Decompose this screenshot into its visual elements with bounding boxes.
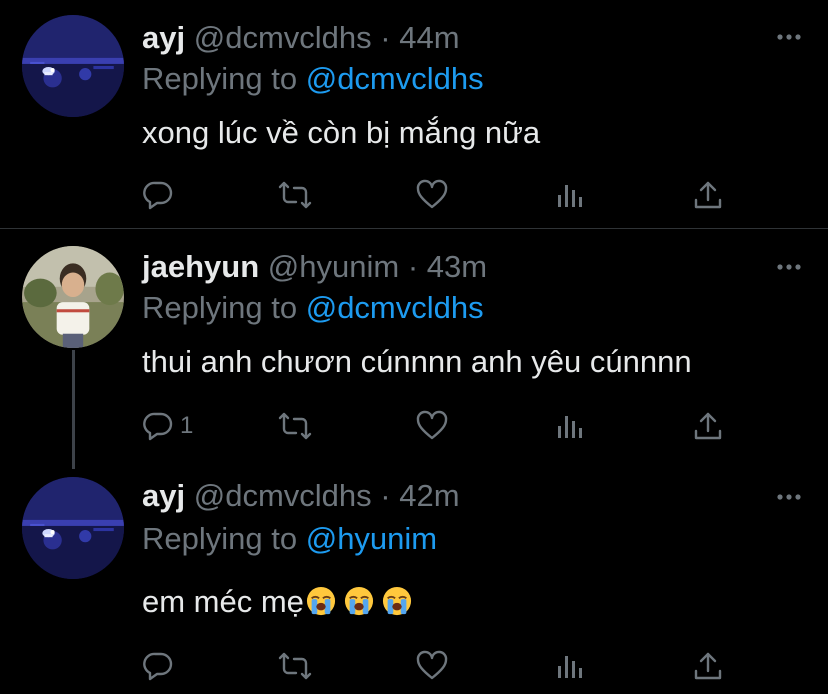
- like-icon: [416, 179, 448, 211]
- more-icon[interactable]: [776, 29, 802, 45]
- user-handle[interactable]: @dcmvcldhs: [194, 478, 372, 513]
- replying-to-handle[interactable]: @hyunim: [306, 521, 437, 556]
- tweet-text-content: em méc mẹ: [142, 584, 304, 619]
- avatar[interactable]: [22, 477, 124, 579]
- share-icon: [693, 179, 723, 211]
- display-name[interactable]: ayj: [142, 20, 185, 55]
- retweet-button[interactable]: [278, 649, 312, 683]
- analytics-button[interactable]: [556, 178, 586, 212]
- loudly-crying-face-emoji: [306, 586, 336, 616]
- user-handle[interactable]: @hyunim: [268, 249, 399, 284]
- tweet-text: xong lúc về còn bị mắng nữa: [142, 115, 541, 150]
- reply-icon: [142, 650, 174, 682]
- retweet-button[interactable]: [278, 409, 312, 443]
- like-icon: [416, 410, 448, 442]
- like-button[interactable]: [416, 409, 448, 443]
- reply-button[interactable]: 1: [142, 409, 193, 443]
- analytics-icon: [556, 179, 586, 211]
- replying-to: Replying to @dcmvcldhs: [142, 59, 484, 99]
- share-icon: [693, 410, 723, 442]
- tweet-actions: 1: [142, 409, 722, 443]
- like-button[interactable]: [416, 178, 448, 212]
- timestamp[interactable]: 42m: [399, 478, 459, 513]
- replying-to-label: Replying to: [142, 521, 298, 556]
- analytics-icon: [556, 650, 586, 682]
- timestamp[interactable]: 43m: [427, 249, 487, 284]
- share-button[interactable]: [693, 178, 723, 212]
- tweet-header: ayj @dcmvcldhs · 44m: [142, 18, 460, 58]
- retweet-button[interactable]: [278, 178, 312, 212]
- replying-to-label: Replying to: [142, 290, 298, 325]
- reply-count: 1: [180, 412, 194, 439]
- analytics-button[interactable]: [556, 409, 586, 443]
- share-icon: [693, 650, 723, 682]
- reply-icon: [142, 410, 174, 442]
- tweet[interactable]: ayj @dcmvcldhs · 42m Replying to @hyunim…: [0, 440, 828, 694]
- reply-button[interactable]: [142, 178, 180, 212]
- share-button[interactable]: [693, 649, 723, 683]
- replying-to: Replying to @hyunim: [142, 519, 437, 559]
- display-name[interactable]: jaehyun: [142, 249, 259, 284]
- analytics-button[interactable]: [556, 649, 586, 683]
- separator-dot: ·: [380, 20, 391, 55]
- share-button[interactable]: [693, 409, 723, 443]
- tweet[interactable]: jaehyun @hyunim · 43m Replying to @dcmvc…: [0, 229, 828, 469]
- tweet-text: thui anh chươn cúnnnn anh yêu cúnnnn: [142, 344, 692, 379]
- like-icon: [416, 650, 448, 682]
- user-handle[interactable]: @dcmvcldhs: [194, 20, 372, 55]
- display-name[interactable]: ayj: [142, 478, 185, 513]
- tweet-header: ayj @dcmvcldhs · 42m: [142, 476, 460, 516]
- tweet-header: jaehyun @hyunim · 43m: [142, 247, 487, 287]
- loudly-crying-face-emoji: [382, 586, 412, 616]
- reply-icon: [142, 179, 174, 211]
- tweet[interactable]: ayj @dcmvcldhs · 44m Replying to @dcmvcl…: [0, 0, 828, 228]
- replying-to-handle[interactable]: @dcmvcldhs: [306, 290, 484, 325]
- replying-to-label: Replying to: [142, 61, 298, 96]
- separator-dot: ·: [407, 249, 419, 284]
- tweet-text: em méc mẹ: [142, 580, 412, 624]
- like-button[interactable]: [416, 649, 448, 683]
- replying-to: Replying to @dcmvcldhs: [142, 288, 484, 328]
- avatar[interactable]: [22, 246, 124, 348]
- timestamp[interactable]: 44m: [399, 20, 459, 55]
- more-icon[interactable]: [776, 259, 802, 275]
- retweet-icon: [278, 410, 312, 442]
- thread-line: [72, 440, 75, 458]
- tweet-actions: [142, 649, 722, 683]
- tweet-actions: [142, 178, 722, 212]
- loudly-crying-face-emoji: [344, 586, 374, 616]
- avatar[interactable]: [22, 15, 124, 117]
- analytics-icon: [556, 410, 586, 442]
- more-icon[interactable]: [776, 489, 802, 505]
- retweet-icon: [278, 650, 312, 682]
- separator-dot: ·: [380, 478, 391, 513]
- reply-button[interactable]: [142, 649, 180, 683]
- retweet-icon: [278, 179, 312, 211]
- replying-to-handle[interactable]: @dcmvcldhs: [306, 61, 484, 96]
